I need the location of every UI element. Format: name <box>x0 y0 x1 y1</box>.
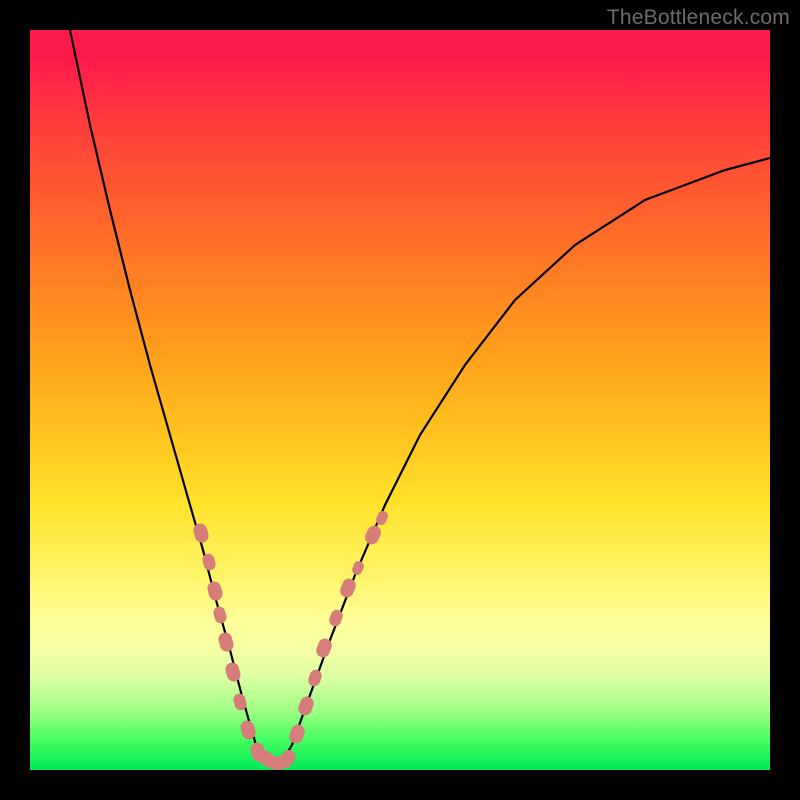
chart-frame: TheBottleneck.com <box>0 0 800 800</box>
bead <box>192 522 210 544</box>
bead <box>206 580 224 602</box>
bead <box>363 523 383 546</box>
beads-group <box>192 509 390 770</box>
curve-right <box>292 158 770 745</box>
bead <box>296 695 315 718</box>
bead <box>307 668 324 688</box>
bead <box>217 631 235 653</box>
curve-svg <box>30 30 770 770</box>
plot-area <box>30 30 770 770</box>
watermark-text: TheBottleneck.com <box>607 6 790 30</box>
bead <box>338 577 358 600</box>
bead <box>212 605 228 624</box>
bead <box>351 559 366 576</box>
bead <box>287 723 306 746</box>
bead <box>224 661 242 683</box>
